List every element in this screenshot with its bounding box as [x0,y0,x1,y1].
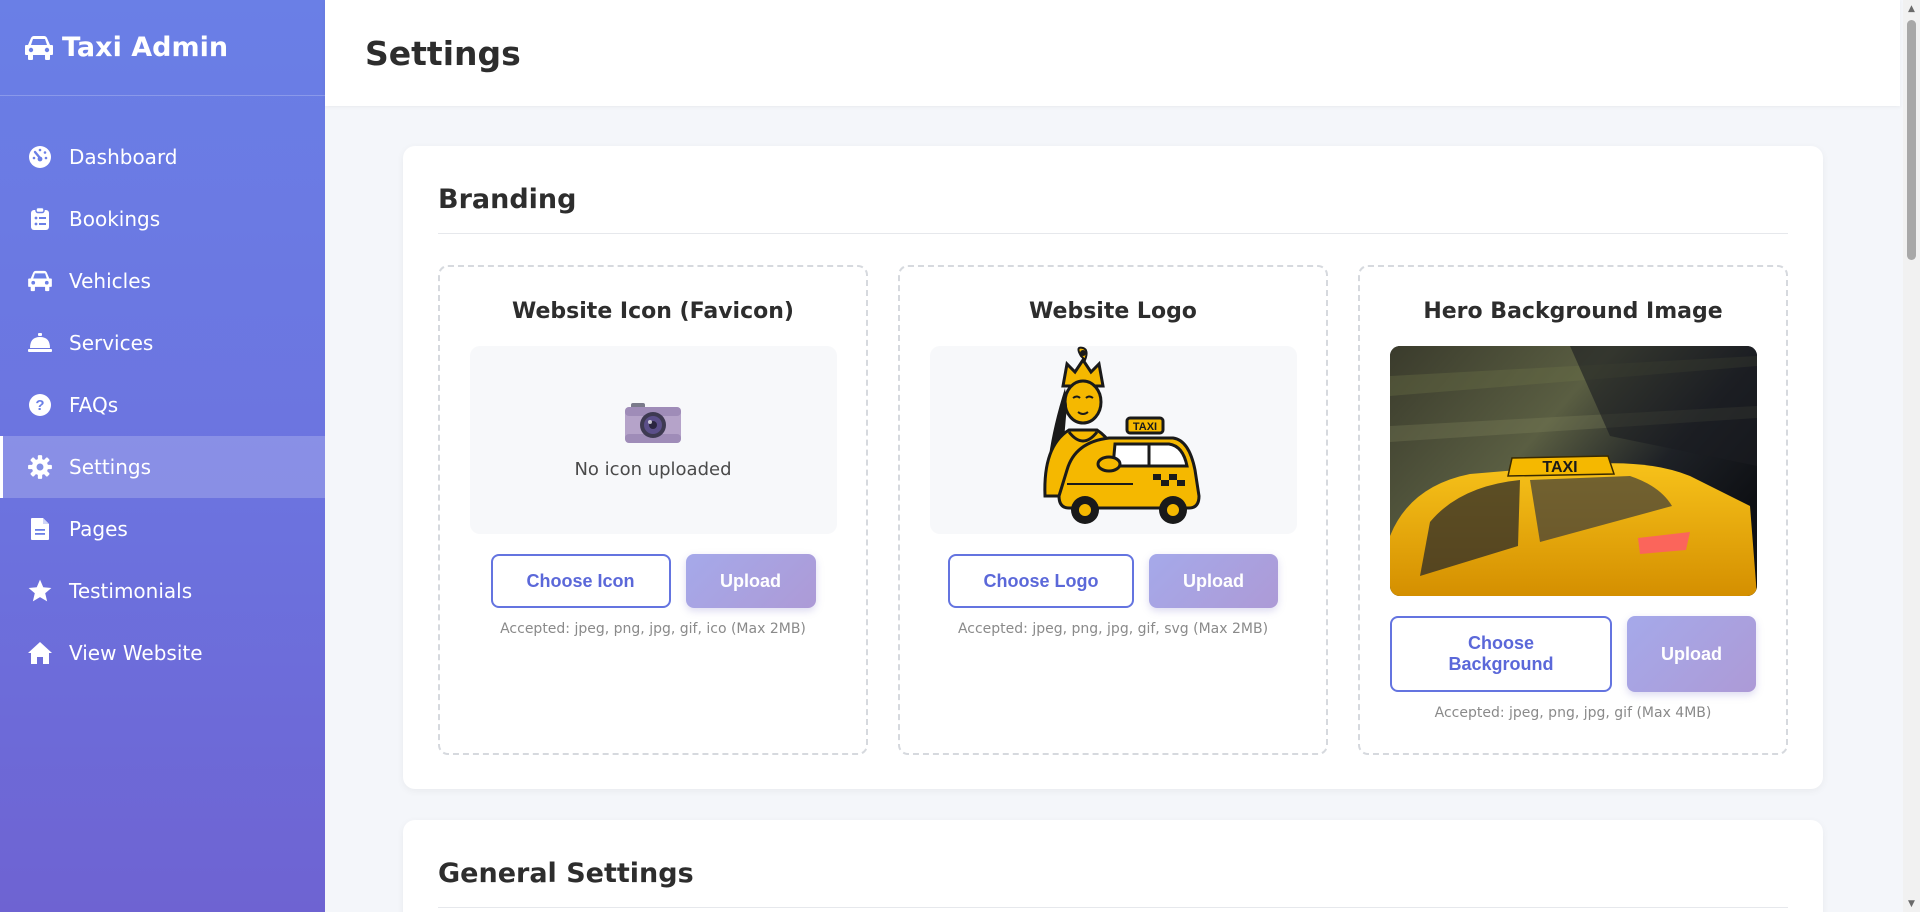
logo-preview: TAXI [929,346,1297,534]
choose-background-button[interactable]: Choose Background [1390,616,1612,692]
upload-logo-button[interactable]: Upload [1149,554,1278,608]
sidebar-item-testimonials[interactable]: Testimonials [0,560,325,622]
sidebar-item-faqs[interactable]: ? FAQs [0,374,325,436]
sidebar-item-label: Settings [69,455,152,479]
hero-actions: Choose Background Upload [1390,616,1756,692]
sidebar-item-dashboard[interactable]: Dashboard [0,126,325,188]
logo-taxi-text: TAXI [1133,421,1157,433]
page-scrollbar[interactable]: ▲ ▼ [1903,0,1920,912]
sidebar: Taxi Admin Dashboard Bookings Vehicles S… [0,0,325,912]
hero-accepted-text: Accepted: jpeg, png, jpg, gif (Max 4MB) [1434,705,1712,721]
home-icon [27,640,53,666]
sidebar-item-label: Testimonials [69,579,193,603]
logo-title: Website Logo [1029,299,1197,324]
sidebar-item-label: Bookings [69,207,161,231]
scroll-down-arrow-icon[interactable]: ▼ [1903,895,1920,912]
hero-taxi-text: TAXI [1542,459,1577,476]
sidebar-item-view-website[interactable]: View Website [0,622,325,684]
branding-grid: Website Icon (Favicon) No icon uploaded [438,265,1788,755]
favicon-accepted-text: Accepted: jpeg, png, jpg, gif, ico (Max … [500,621,806,637]
gear-icon [27,454,53,480]
upload-icon-button[interactable]: Upload [685,554,816,608]
sidebar-item-pages[interactable]: Pages [0,498,325,560]
sidebar-item-services[interactable]: Services [0,312,325,374]
camera-icon [623,401,683,445]
page-title: Settings [365,33,521,73]
favicon-preview: No icon uploaded [469,346,837,534]
concierge-bell-icon [27,330,53,356]
no-icon-text: No icon uploaded [574,458,732,480]
choose-background-label-2: Background [1448,654,1554,674]
sidebar-item-label: Services [69,331,154,355]
sidebar-item-label: Vehicles [69,269,151,293]
page-header: Settings [325,0,1900,106]
brand-name: Taxi Admin [62,32,229,63]
sidebar-item-label: Pages [69,517,128,541]
choose-background-label-1: Choose [1467,633,1534,654]
question-circle-icon: ? [27,392,53,418]
general-settings-card: General Settings [403,820,1823,912]
branding-title: Branding [438,146,1788,234]
car-icon [27,268,53,294]
sidebar-item-label: FAQs [69,393,119,417]
clipboard-icon [27,206,53,232]
brand[interactable]: Taxi Admin [0,0,325,96]
favicon-box: Website Icon (Favicon) No icon uploaded [438,265,868,755]
sidebar-item-label: Dashboard [69,145,178,169]
car-icon [24,35,54,61]
svg-text:?: ? [35,397,44,414]
logo-image: TAXI [1043,346,1201,524]
sidebar-item-vehicles[interactable]: Vehicles [0,250,325,312]
hero-preview: TAXI [1389,346,1757,596]
sidebar-nav: Dashboard Bookings Vehicles Services ? F… [0,126,325,684]
hero-title: Hero Background Image [1423,299,1723,324]
gauge-icon [27,144,53,170]
scroll-up-arrow-icon[interactable]: ▲ [1903,0,1920,17]
favicon-actions: Choose Icon Upload [490,554,816,608]
branding-card: Branding Website Icon (Favicon) No icon … [403,146,1823,789]
favicon-title: Website Icon (Favicon) [512,299,794,324]
logo-box: Website Logo TAXI Choose Logo Upload Acc… [898,265,1328,755]
sidebar-item-label: View Website [69,641,203,665]
sidebar-item-settings[interactable]: Settings [0,436,325,498]
logo-accepted-text: Accepted: jpeg, png, jpg, gif, svg (Max … [957,621,1269,637]
general-settings-title: General Settings [438,820,1788,908]
star-icon [27,578,53,604]
upload-background-button[interactable]: Upload [1627,616,1756,692]
choose-icon-button[interactable]: Choose Icon [490,554,671,608]
sidebar-item-bookings[interactable]: Bookings [0,188,325,250]
logo-actions: Choose Logo Upload [948,554,1278,608]
file-icon [27,516,53,542]
choose-logo-button[interactable]: Choose Logo [948,554,1134,608]
hero-image: TAXI [1389,346,1757,596]
scrollbar-thumb[interactable] [1907,20,1916,260]
hero-box: Hero Background Image TAXI Choose Backgr… [1358,265,1788,755]
